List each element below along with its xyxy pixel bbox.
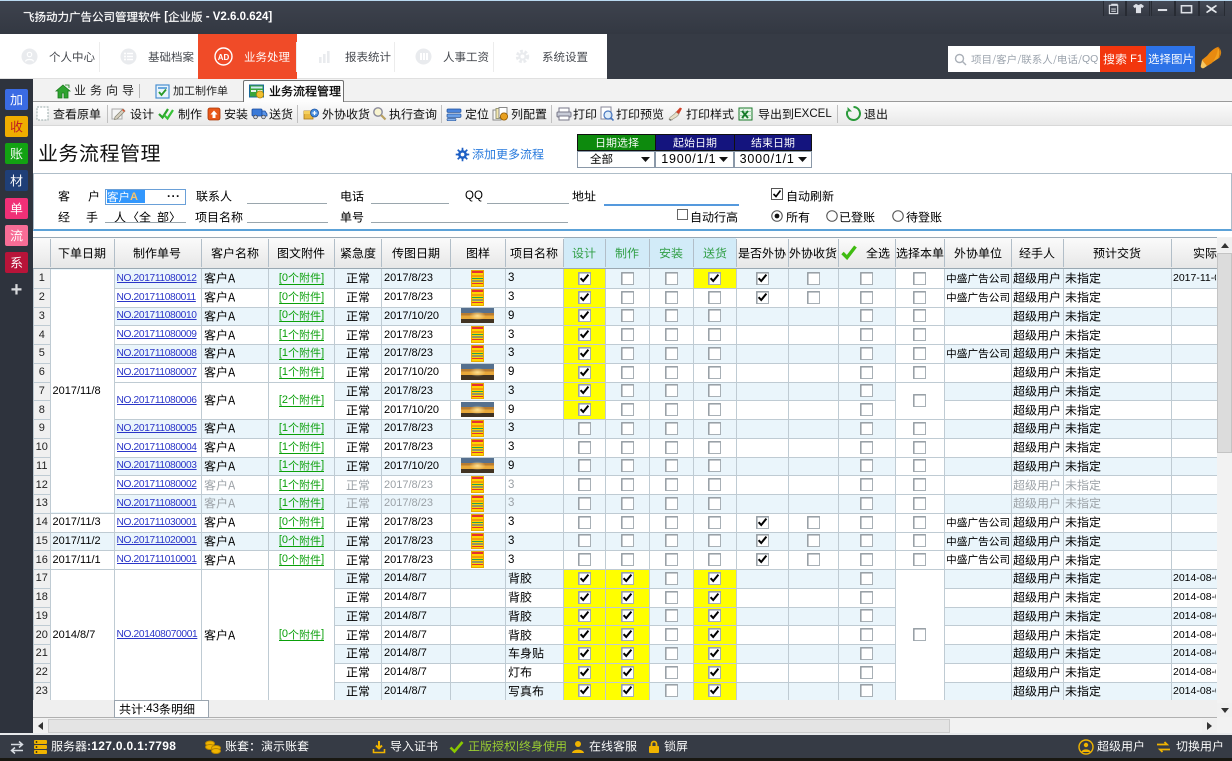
svg-text:AD: AD bbox=[218, 53, 230, 62]
